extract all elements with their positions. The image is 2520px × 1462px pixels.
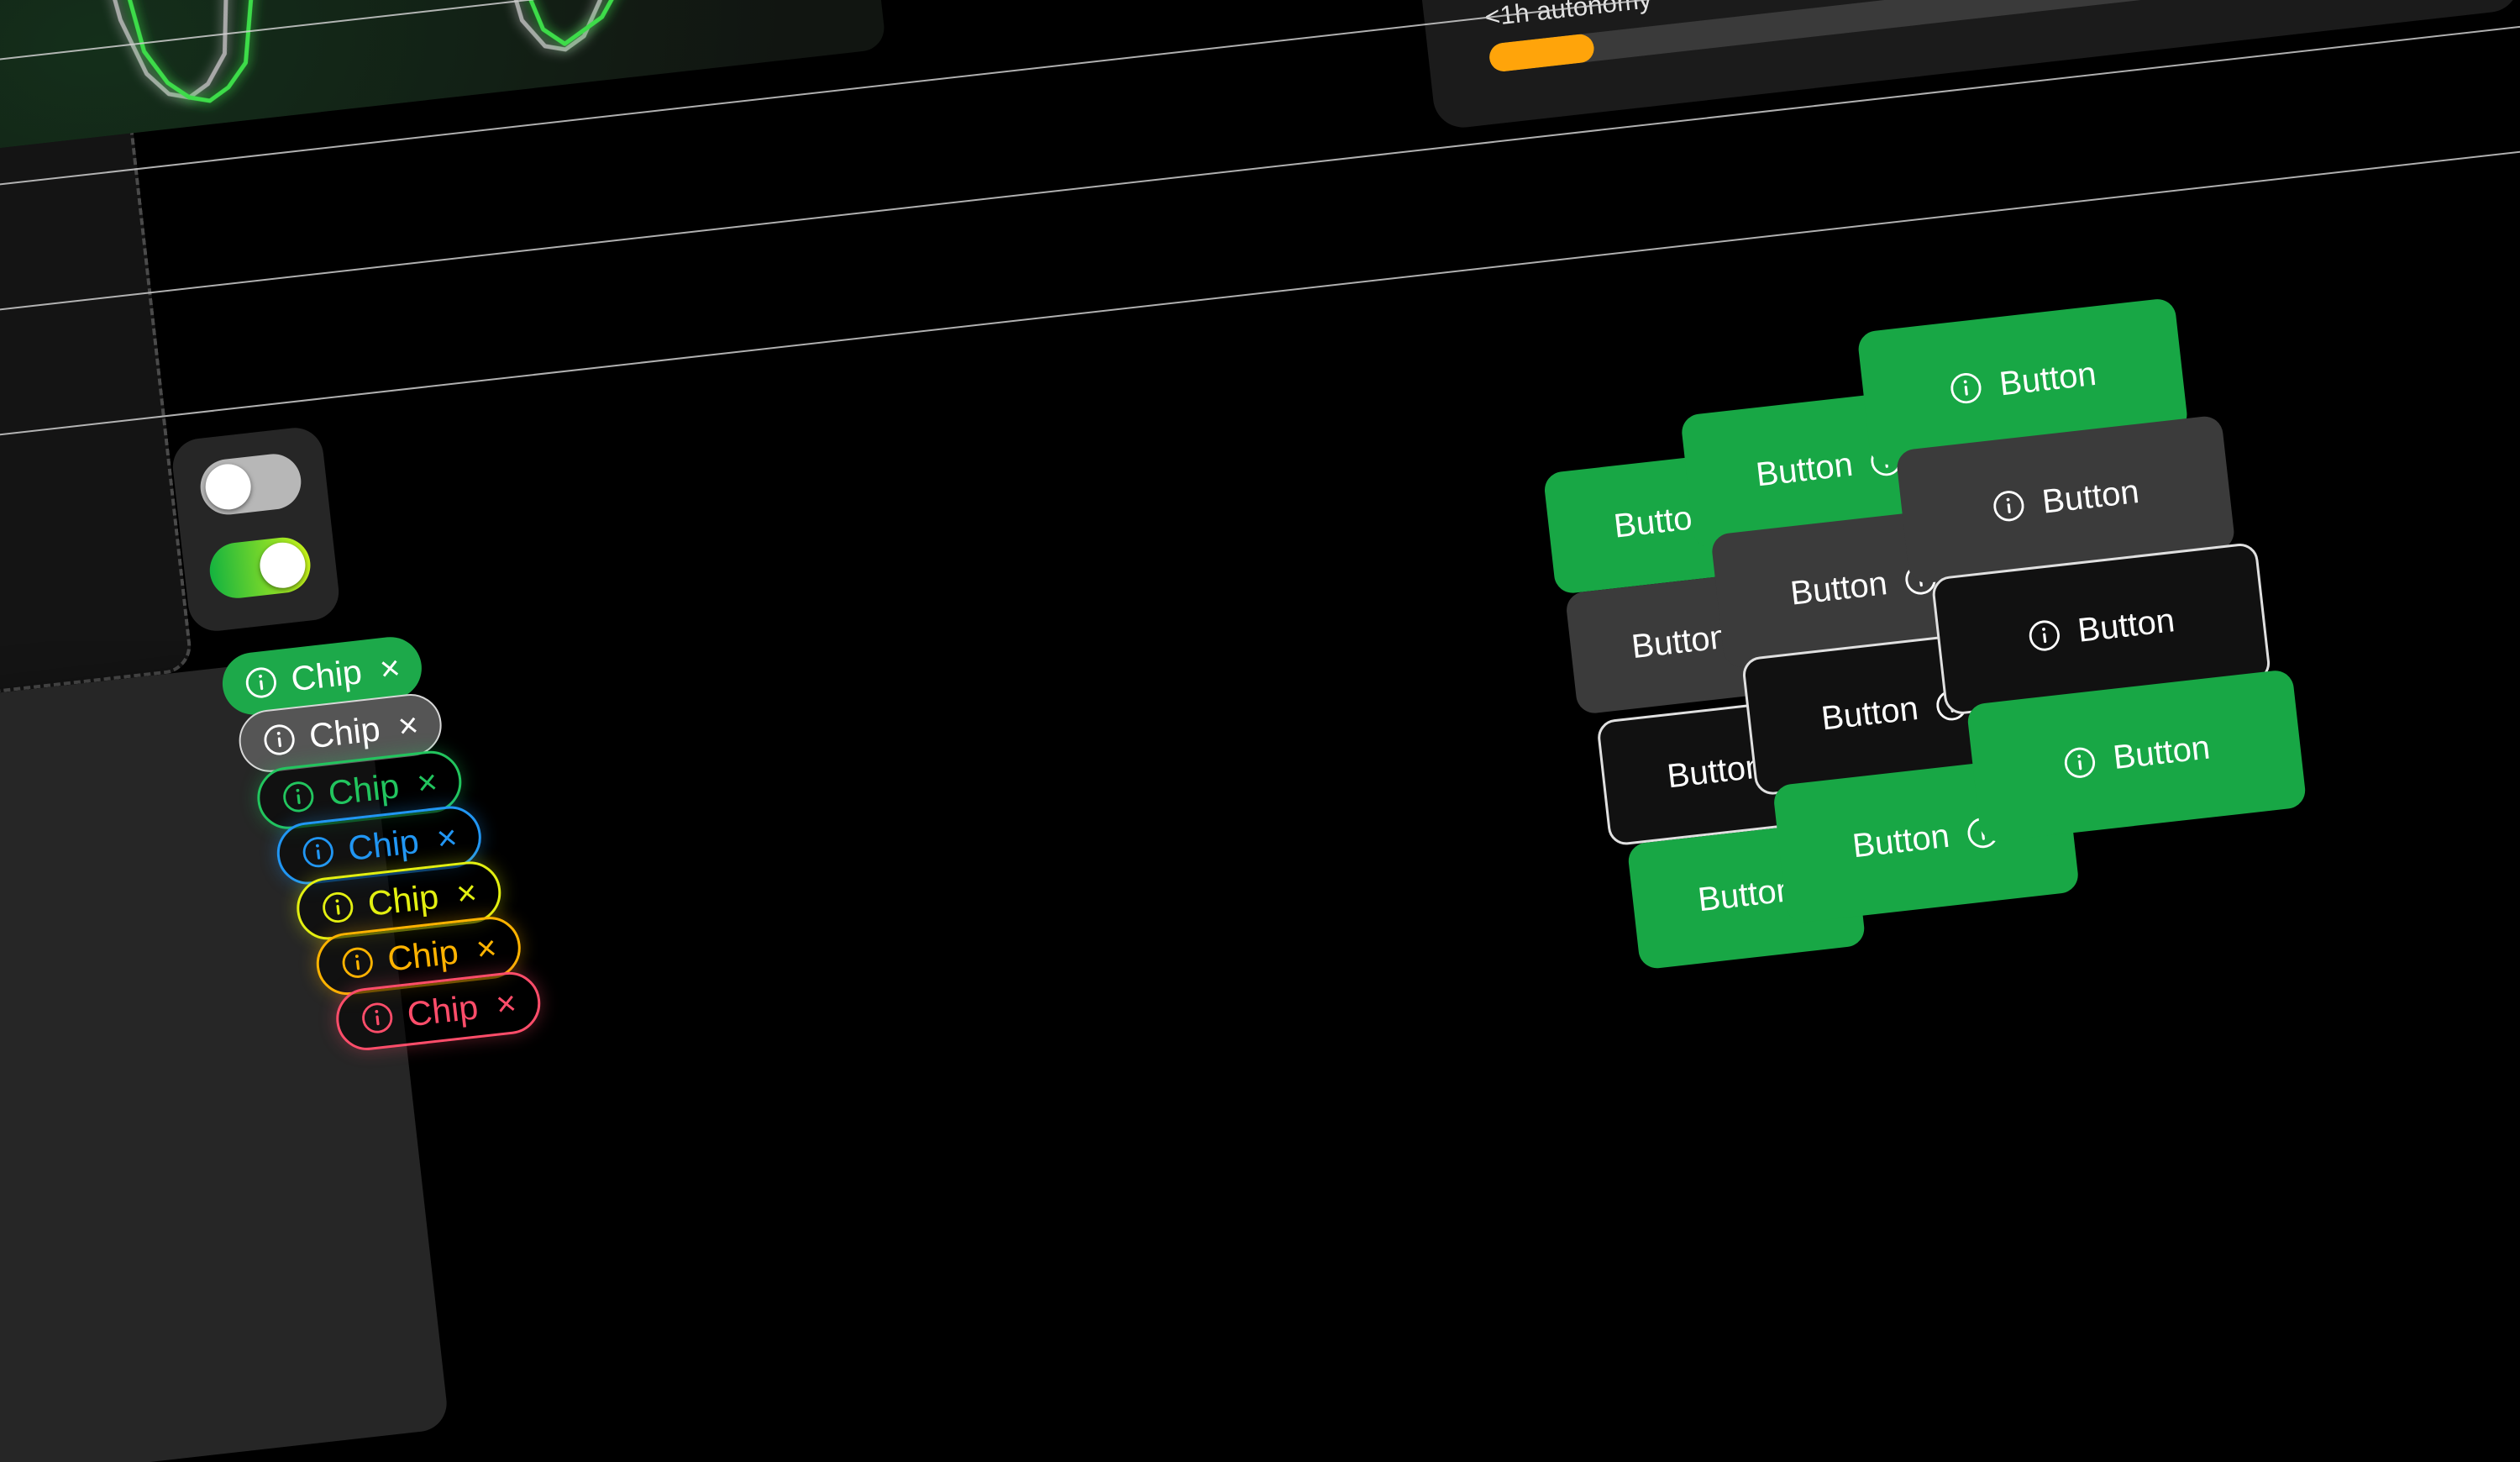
button-label: Button xyxy=(1851,817,1951,865)
toggle-on[interactable] xyxy=(207,534,313,602)
button-label: Button xyxy=(1788,564,1889,613)
chip-close-icon[interactable]: × xyxy=(396,705,420,745)
button-label: Button xyxy=(1630,618,1730,666)
chip-info-icon[interactable] xyxy=(359,999,396,1036)
button-label: Button xyxy=(1665,747,1767,795)
chip-label: Chip xyxy=(365,876,441,923)
screenshot-root: 24 (40%) 60 6h+ autonomy 9 (15%) 3-6h+ a… xyxy=(0,0,2520,1462)
button-label: Button xyxy=(2040,472,2141,521)
chip-close-icon[interactable]: × xyxy=(475,928,499,968)
rotated-canvas: 24 (40%) 60 6h+ autonomy 9 (15%) 3-6h+ a… xyxy=(0,0,2520,1462)
info-icon xyxy=(362,1002,393,1033)
toggle-knob xyxy=(257,539,308,591)
chip-close-icon[interactable]: × xyxy=(378,648,402,688)
button-label: Button xyxy=(1696,870,1797,918)
button-leading-info-icon xyxy=(2026,617,2063,654)
button-leading-info-icon xyxy=(2061,744,2098,781)
chip-info-icon[interactable] xyxy=(300,834,337,870)
button-label: Button xyxy=(2076,602,2177,649)
button-label: Button xyxy=(1997,355,2098,402)
button-label: Button xyxy=(1754,445,1855,493)
chip-label: Chip xyxy=(385,931,460,979)
chip-label: Chip xyxy=(405,986,480,1033)
chip-info-icon[interactable] xyxy=(243,664,280,701)
chip-info-icon[interactable] xyxy=(319,889,356,926)
button-label: Button xyxy=(2111,728,2213,777)
info-icon xyxy=(1993,491,2024,522)
chip-info-icon[interactable] xyxy=(339,944,376,981)
info-icon xyxy=(283,781,314,813)
button-label: Button xyxy=(1819,689,1920,738)
info-icon xyxy=(2029,619,2061,651)
chip-close-icon[interactable]: × xyxy=(494,983,518,1023)
info-icon xyxy=(264,724,295,755)
button-leading-info-icon xyxy=(1990,487,2027,524)
info-icon xyxy=(245,667,276,698)
chip-label: Chip xyxy=(289,651,364,698)
chip-close-icon[interactable]: × xyxy=(454,872,479,912)
button-leading-info-icon xyxy=(1948,370,1985,407)
chip-info-icon[interactable] xyxy=(260,721,297,758)
info-icon xyxy=(2065,747,2096,778)
chip-info-icon[interactable] xyxy=(280,778,317,815)
chip-label: Chip xyxy=(345,821,421,868)
info-icon xyxy=(302,837,333,868)
info-icon xyxy=(1950,372,1982,404)
info-icon xyxy=(323,891,354,923)
chip-close-icon[interactable]: × xyxy=(415,761,439,802)
chip-label: Chip xyxy=(307,708,382,755)
info-icon xyxy=(342,947,373,978)
chip-close-icon[interactable]: × xyxy=(435,817,459,857)
chip-label: Chip xyxy=(326,765,402,813)
